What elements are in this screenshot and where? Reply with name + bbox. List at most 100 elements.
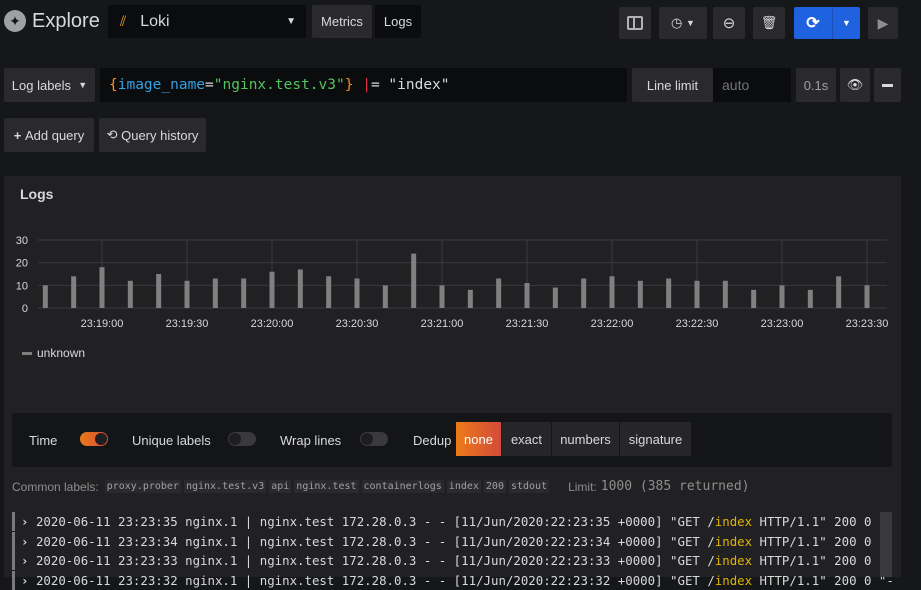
chevron-down-icon: ▼ (78, 80, 88, 90)
query-input[interactable]: {image_name="nginx.test.v3"} |= "index" (100, 68, 627, 102)
x-tick-label: 23:20:30 (336, 318, 379, 330)
legend-label: unknown (37, 346, 86, 360)
unique-labels-toggle[interactable] (228, 432, 256, 446)
common-label-tag: 200 (483, 480, 506, 493)
zoom-out-button[interactable]: ⊖ (713, 7, 745, 39)
query-token: image_name (117, 77, 206, 93)
bar (184, 280, 190, 308)
common-label-tag: nginx.test.v3 (183, 480, 267, 493)
x-tick-label: 23:21:00 (421, 318, 464, 330)
log-text: 2020-06-11 23:23:34 nginx.1 | nginx.test… (35, 533, 715, 549)
log-text: 2020-06-11 23:23:35 nginx.1 | nginx.test… (35, 514, 715, 529)
x-tick-label: 23:23:00 (761, 318, 804, 330)
y-tick-label: 10 (16, 280, 28, 292)
x-tick-label: 23:20:00 (251, 318, 294, 330)
bar (212, 278, 218, 308)
line-limit-label: Line limit (632, 68, 713, 102)
wrap-lines-toggle[interactable] (360, 432, 388, 446)
wrap-lines-label: Wrap lines (280, 433, 342, 448)
bar (807, 289, 813, 308)
x-tick-label: 23:22:30 (676, 318, 719, 330)
scrollbar[interactable] (880, 512, 892, 577)
legend-item[interactable]: unknown (22, 346, 85, 360)
dedup-exact[interactable]: exact (502, 422, 551, 456)
log-labels-button[interactable]: Log labels ▼ (4, 68, 95, 102)
chevron-down-icon: ▼ (286, 16, 296, 27)
run-button[interactable]: ▶ (868, 7, 898, 39)
log-text: HTTP/1.1" 200 0 "-" " (759, 514, 892, 529)
split-button[interactable] (619, 7, 651, 39)
query-token: { (109, 77, 118, 93)
trash-icon: 🗑 (760, 15, 778, 30)
expand-chevron-icon: › (21, 533, 29, 549)
run-icon: ▶ (877, 14, 889, 31)
bar (269, 271, 275, 308)
bar (241, 278, 247, 308)
bar (411, 253, 417, 308)
dedup-none[interactable]: none (456, 422, 501, 456)
datasource-name: Loki (140, 12, 170, 30)
bar (552, 287, 558, 308)
bar (354, 278, 360, 308)
loki-logo-icon: ⫽ (120, 13, 127, 29)
common-labels: Common labels: proxy.prober nginx.test.v3… (12, 479, 749, 494)
query-token: "nginx.test.v3" (213, 77, 345, 93)
clear-all-button[interactable]: 🗑 (753, 7, 785, 39)
eye-icon: 👁 (846, 77, 864, 92)
tab-logs[interactable]: Logs (375, 5, 421, 38)
logs-volume-chart: 0 10 20 30 23:19:00 23:19:30 23:20:00 23:20:30 2… (16, 235, 889, 330)
split-icon (627, 16, 643, 30)
x-tick-label: 23:22:00 (591, 318, 634, 330)
minus-icon (882, 83, 893, 87)
x-tick-label: 23:19:00 (81, 318, 124, 330)
common-label-tag: stdout (508, 480, 550, 493)
query-token: = "index" (370, 77, 450, 93)
log-highlight: index (714, 572, 753, 588)
datasource-picker[interactable]: ⫽ Loki ▼ (108, 5, 306, 38)
log-row[interactable]: › 2020-06-11 23:23:32 nginx.1 | nginx.te… (12, 570, 892, 590)
legend-swatch (22, 351, 32, 355)
common-label-tag: containerlogs (361, 480, 444, 493)
line-limit-input[interactable] (713, 68, 791, 102)
bar (382, 285, 388, 308)
add-query-button[interactable]: + Add query (4, 118, 94, 152)
time-picker-button[interactable]: ◷ ▼ (659, 7, 707, 39)
dedup-signature[interactable]: signature (620, 422, 691, 456)
time-toggle[interactable] (80, 432, 108, 446)
time-label: Time (29, 433, 58, 448)
remove-query-button[interactable] (874, 68, 901, 102)
bar (524, 283, 530, 308)
bar (71, 276, 77, 308)
tab-metrics[interactable]: Metrics (312, 5, 372, 38)
dedup-label: Dedup (413, 433, 452, 448)
dedup-numbers[interactable]: numbers (552, 422, 619, 456)
y-tick-label: 20 (16, 258, 28, 270)
bar (836, 276, 842, 308)
bar (864, 285, 870, 308)
log-row[interactable]: › 2020-06-11 23:23:34 nginx.1 | nginx.te… (12, 531, 892, 551)
log-highlight: index (714, 514, 753, 529)
log-row[interactable]: › 2020-06-11 23:23:35 nginx.1 | nginx.te… (12, 512, 892, 531)
x-tick-label: 23:19:30 (166, 318, 209, 330)
bar (467, 289, 473, 308)
y-tick-label: 30 (16, 235, 28, 247)
query-token: | (353, 77, 371, 93)
common-label-tag: index (446, 480, 481, 493)
log-highlight: index (714, 533, 753, 549)
log-text: HTTP/1.1" 200 0 "-" " (759, 553, 892, 568)
query-history-button[interactable]: ⟲ Query history (99, 118, 206, 152)
refresh-button[interactable]: ⟳ (794, 7, 832, 39)
clock-icon: ◷ (671, 15, 683, 30)
refresh-interval-button[interactable]: ▼ (832, 7, 860, 39)
bar (779, 285, 785, 308)
limit-value: 1000 (385 returned) (600, 479, 750, 494)
log-row[interactable]: › 2020-06-11 23:23:33 nginx.1 | nginx.te… (12, 551, 892, 570)
zoom-out-icon: ⊖ (722, 15, 736, 32)
expand-chevron-icon: › (21, 553, 29, 568)
log-text: HTTP/1.1" 200 0 "-" " (759, 572, 892, 588)
common-label-tag: nginx.test (294, 480, 359, 493)
log-text: HTTP/1.1" 200 0 "-" " (759, 533, 892, 549)
toggle-query-visibility-button[interactable]: 👁 (840, 68, 870, 102)
bar (496, 278, 502, 308)
limit-label: Limit: (568, 479, 597, 494)
